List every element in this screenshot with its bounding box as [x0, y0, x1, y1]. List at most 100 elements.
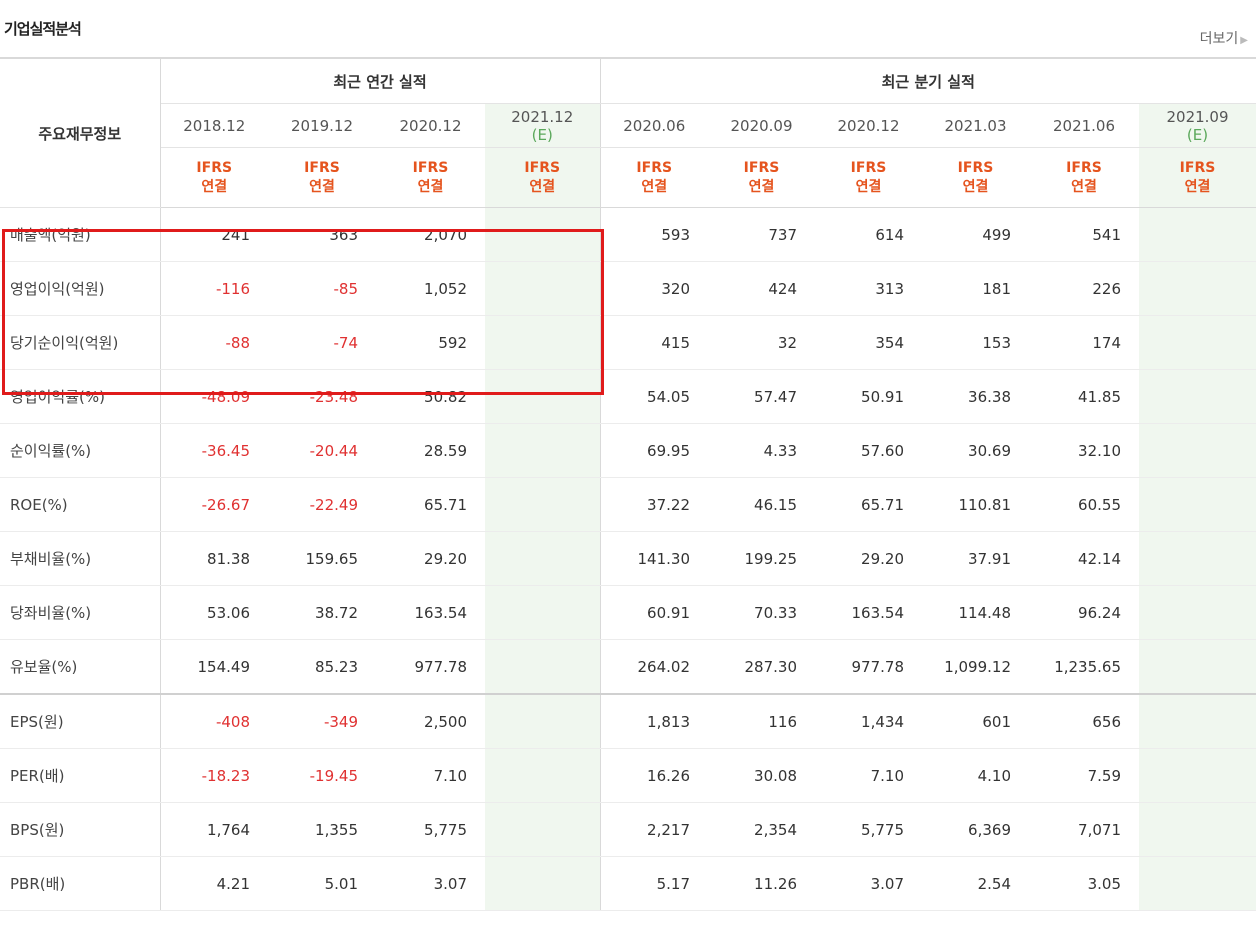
table-cell: 287.30 [708, 639, 815, 695]
table-cell: 65.71 [815, 477, 922, 532]
table-cell: -22.49 [268, 477, 376, 532]
table-cell: 2,217 [600, 802, 708, 857]
table-cell: 28.59 [376, 423, 485, 478]
table-cell: 415 [600, 315, 708, 370]
table-cell [485, 477, 601, 532]
table-cell: 114.48 [922, 585, 1029, 640]
table-cell: 592 [376, 315, 485, 370]
table-row: 당기순이익(억원) -88 -74 592 415 32 354 153 174 [0, 315, 1256, 370]
table-cell: 424 [708, 261, 815, 316]
table-cell: -23.48 [268, 369, 376, 424]
period-header: 2021.06 [1029, 103, 1139, 148]
table-row: 영업이익(억원) -116 -85 1,052 320 424 313 181 226 [0, 261, 1256, 316]
period-header: 2018.12 [160, 103, 268, 148]
period-header: 2020.12 [815, 103, 922, 148]
financial-table: 주요재무정보 최근 연간 실적 최근 분기 실적 2018.12 2019.12… [0, 57, 1256, 911]
more-link[interactable]: 더보기 ▶ [1200, 28, 1248, 48]
table-cell: 116 [708, 693, 815, 749]
table-cell: 36.38 [922, 369, 1029, 424]
row-label: 순이익률(%) [0, 423, 161, 478]
table-cell: 3.07 [376, 856, 485, 911]
table-cell: -349 [268, 693, 376, 749]
table-row: 매출액(억원) 241 363 2,070 593 737 614 499 541 [0, 207, 1256, 262]
table-row: 당좌비율(%) 53.06 38.72 163.54 60.91 70.33 163.54 1… [0, 585, 1256, 640]
table-cell [1139, 477, 1256, 532]
table-cell: 656 [1029, 693, 1139, 749]
table-cell: 46.15 [708, 477, 815, 532]
table-cell [485, 802, 601, 857]
table-cell: 30.08 [708, 748, 815, 803]
table-cell: 163.54 [376, 585, 485, 640]
table-cell: 50.91 [815, 369, 922, 424]
table-cell [485, 639, 601, 695]
period-header: 2020.06 [600, 103, 708, 148]
table-cell: 320 [600, 261, 708, 316]
table-cell: 4.10 [922, 748, 1029, 803]
table-cell: -18.23 [160, 748, 268, 803]
table-cell: 977.78 [815, 639, 922, 695]
table-cell: 29.20 [376, 531, 485, 586]
table-cell [485, 423, 601, 478]
row-label: BPS(원) [0, 802, 161, 857]
row-label: 당기순이익(억원) [0, 315, 161, 370]
table-cell: 32 [708, 315, 815, 370]
table-cell: 16.26 [600, 748, 708, 803]
row-label: PBR(배) [0, 856, 161, 911]
table-cell: -26.67 [160, 477, 268, 532]
table-cell: 601 [922, 693, 1029, 749]
table-cell: 264.02 [600, 639, 708, 695]
table-cell: 7.10 [815, 748, 922, 803]
table-cell: -116 [160, 261, 268, 316]
table-cell: 199.25 [708, 531, 815, 586]
table-cell: 2,500 [376, 693, 485, 749]
period-header-estimate: 2021.12 (E) [485, 103, 601, 148]
table-cell: 1,052 [376, 261, 485, 316]
table-row: PBR(배) 4.21 5.01 3.07 5.17 11.26 3.07 2.54 3.05 [0, 856, 1256, 911]
table-cell: 181 [922, 261, 1029, 316]
table-cell: 5,775 [376, 802, 485, 857]
table-row: 영업이익률(%) -48.09 -23.48 50.82 54.05 57.47 50.91… [0, 369, 1256, 424]
table-cell: 174 [1029, 315, 1139, 370]
table-row: PER(배) -18.23 -19.45 7.10 16.26 30.08 7.10 4.10… [0, 748, 1256, 803]
table-cell: 241 [160, 207, 268, 262]
row-label: 당좌비율(%) [0, 585, 161, 640]
row-label: 영업이익률(%) [0, 369, 161, 424]
table-cell: 41.85 [1029, 369, 1139, 424]
quarter-header: 최근 분기 실적 [600, 57, 1256, 104]
table-cell [1139, 531, 1256, 586]
table-cell [1139, 802, 1256, 857]
table-cell: 5.17 [600, 856, 708, 911]
table-cell: 85.23 [268, 639, 376, 695]
table-cell: 6,369 [922, 802, 1029, 857]
table-cell: 363 [268, 207, 376, 262]
table-cell: 37.22 [600, 477, 708, 532]
ifrs-label: IFRS 연결 [485, 147, 601, 208]
table-row: 순이익률(%) -36.45 -20.44 28.59 69.95 4.33 57.60 30… [0, 423, 1256, 478]
table-cell: 5,775 [815, 802, 922, 857]
ifrs-label: IFRS 연결 [922, 147, 1029, 208]
table-cell: 54.05 [600, 369, 708, 424]
ifrs-label: IFRS 연결 [1139, 147, 1256, 208]
row-label: ROE(%) [0, 477, 161, 532]
ifrs-label: IFRS 연결 [160, 147, 268, 208]
annual-header: 최근 연간 실적 [160, 57, 601, 104]
table-cell: 57.47 [708, 369, 815, 424]
table-cell: 110.81 [922, 477, 1029, 532]
table-cell [485, 207, 601, 262]
table-cell: 11.26 [708, 856, 815, 911]
table-cell: 4.21 [160, 856, 268, 911]
table-cell: 38.72 [268, 585, 376, 640]
table-cell: 614 [815, 207, 922, 262]
period-header: 2020.09 [708, 103, 815, 148]
table-cell: 226 [1029, 261, 1139, 316]
table-cell: 2,070 [376, 207, 485, 262]
table-cell [485, 315, 601, 370]
table-cell [1139, 423, 1256, 478]
table-cell: -20.44 [268, 423, 376, 478]
table-cell: 7,071 [1029, 802, 1139, 857]
table-cell: 96.24 [1029, 585, 1139, 640]
row-label: 부채비율(%) [0, 531, 161, 586]
ifrs-label: IFRS 연결 [708, 147, 815, 208]
table-cell: 1,764 [160, 802, 268, 857]
ifrs-label: IFRS 연결 [376, 147, 485, 208]
